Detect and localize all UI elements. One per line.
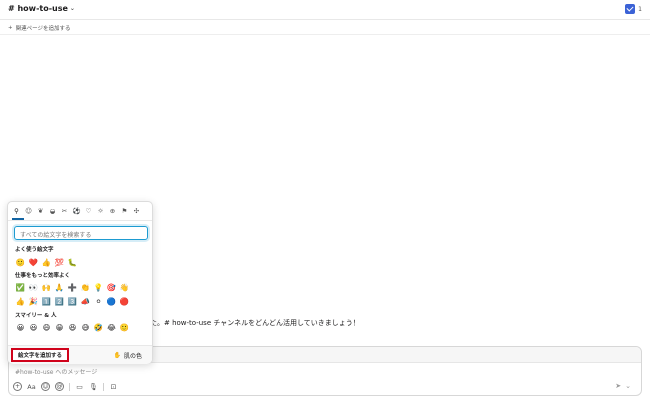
emoji-button[interactable]: 😅 [80, 322, 91, 333]
section-title-smileys: スマイリー & 人 [15, 313, 57, 319]
add-bookmark-label: 関連ページを追加する [15, 26, 71, 32]
emoji-button[interactable]: 👍 [41, 257, 52, 268]
emoji-button[interactable]: 👀 [28, 282, 39, 293]
section-title-productivity: 仕事をもっと効率よく [15, 273, 71, 279]
section-title-frequent: よく使う絵文字 [15, 247, 54, 253]
emoji-button[interactable]: 1️⃣ [41, 296, 52, 307]
divider [69, 382, 70, 391]
emoji-button[interactable]: 🔴 [119, 296, 130, 307]
bookmarks-bar: + 関連ページを追加する [0, 20, 650, 35]
avatar [625, 4, 636, 14]
composer-tools: + Aa ☺ @ ▭ 🎙 ⊡ [13, 382, 118, 391]
emoji-button[interactable]: 🐛 [67, 257, 78, 268]
mention-icon[interactable]: @ [55, 382, 64, 391]
emoji-icon[interactable]: ☺ [41, 382, 50, 391]
emoji-button[interactable]: 😄 [41, 322, 52, 333]
emoji-button[interactable]: 😂 [106, 322, 117, 333]
emoji-button[interactable]: ❤️ [28, 257, 39, 268]
channel-name: # how-to-use [8, 4, 68, 13]
emoji-button[interactable]: 😆 [67, 322, 78, 333]
food-category-icon[interactable]: ◒ [48, 206, 57, 215]
emoji-button[interactable]: 👏 [80, 282, 91, 293]
emoji-button[interactable]: 🎯 [106, 282, 117, 293]
emoji-button[interactable]: 🔵 [106, 296, 117, 307]
channel-name-button[interactable]: # how-to-use ⌄ [8, 4, 75, 13]
send-icon[interactable]: ➤ [615, 382, 621, 390]
emoji-picker: ⚲ ☺ ❦ ◒ ✂ ⚽ ♡ ☼ ⊕ ⚑ ✣ すべての絵文字を検索する よく使う絵… [7, 201, 153, 364]
emoji-button[interactable]: 💯 [54, 257, 65, 268]
emoji-button[interactable]: 🤣 [93, 322, 104, 333]
emoji-row-smileys: 😀 😃 😄 😁 😆 😅 🤣 😂 🙂 [15, 322, 130, 333]
chevron-down-icon: ⌄ [69, 5, 75, 12]
emoji-button[interactable]: 💡 [93, 282, 104, 293]
objects-category-icon[interactable]: ♡ [84, 206, 93, 215]
shortcuts-icon[interactable]: ⊡ [109, 382, 118, 391]
emoji-button[interactable]: 😁 [54, 322, 65, 333]
emoji-button[interactable]: 😀 [15, 322, 26, 333]
member-count: 1 [638, 5, 642, 13]
emoji-button[interactable]: 😃 [28, 322, 39, 333]
send-controls: ➤ ⌄ [615, 382, 631, 390]
emoji-row-frequent: 🙂 ❤️ 👍 💯 🐛 [15, 257, 78, 268]
plus-icon[interactable]: + [13, 382, 22, 391]
search-icon[interactable]: ⚲ [12, 206, 21, 215]
symbols-category-icon[interactable]: ☼ [96, 206, 105, 215]
flags-category-icon[interactable]: ⚑ [120, 206, 129, 215]
chevron-down-icon[interactable]: ⌄ [625, 382, 631, 390]
nature-category-icon[interactable]: ❦ [36, 206, 45, 215]
skin-tone-label: 肌の色 [123, 353, 142, 360]
formatting-icon[interactable]: Aa [27, 382, 36, 391]
plus-icon: + [8, 25, 13, 31]
emoji-button[interactable]: 📣 [80, 296, 91, 307]
emoji-button[interactable]: 🙂 [119, 322, 130, 333]
emoji-row-productivity-2: 👍 🎉 1️⃣ 2️⃣ 3️⃣ 📣 ⚪ 🔵 🔴 [15, 296, 130, 307]
microphone-icon[interactable]: 🎙 [89, 382, 98, 391]
emoji-button[interactable]: 3️⃣ [67, 296, 78, 307]
people-category-icon[interactable]: ⊕ [108, 206, 117, 215]
emoji-button[interactable]: ✅ [15, 282, 26, 293]
travel-category-icon[interactable]: ⚽ [72, 206, 81, 215]
message-input[interactable]: #how-to-use へのメッセージ [15, 367, 97, 376]
custom-category-icon[interactable]: ✣ [132, 206, 141, 215]
emoji-button[interactable]: 👍 [15, 296, 26, 307]
add-bookmark-button[interactable]: + 関連ページを追加する [8, 24, 71, 32]
emoji-button[interactable]: 🙂 [15, 257, 26, 268]
emoji-search-input[interactable]: すべての絵文字を検索する [14, 226, 148, 240]
emoji-category-tabs: ⚲ ☺ ❦ ◒ ✂ ⚽ ♡ ☼ ⊕ ⚑ ✣ [12, 206, 141, 215]
emoji-button[interactable]: 👋 [119, 282, 130, 293]
emoji-button[interactable]: 🙌 [41, 282, 52, 293]
emoji-button[interactable]: 🙏 [54, 282, 65, 293]
skin-tone-button[interactable]: ✋ 肌の色 [114, 351, 143, 360]
smiley-category-icon[interactable]: ☺ [24, 206, 33, 215]
message-text: た。# how-to-use チャンネルをどんどん活用していきましょう！ [150, 319, 360, 327]
activity-category-icon[interactable]: ✂ [60, 206, 69, 215]
video-icon[interactable]: ▭ [75, 382, 84, 391]
divider [103, 382, 104, 391]
divider [8, 220, 152, 221]
emoji-button[interactable]: 2️⃣ [54, 296, 65, 307]
emoji-picker-footer: 絵文字を追加する ✋ 肌の色 [8, 345, 152, 364]
emoji-button[interactable]: ➕ [67, 282, 78, 293]
member-count-button[interactable]: 1 [625, 4, 642, 14]
add-emoji-button[interactable]: 絵文字を追加する [11, 348, 69, 362]
emoji-button[interactable]: ⚪ [93, 296, 104, 307]
emoji-button[interactable]: 🎉 [28, 296, 39, 307]
hand-icon: ✋ [113, 352, 121, 359]
emoji-row-productivity-1: ✅ 👀 🙌 🙏 ➕ 👏 💡 🎯 👋 [15, 282, 130, 293]
channel-header: # how-to-use ⌄ 1 [0, 0, 650, 20]
